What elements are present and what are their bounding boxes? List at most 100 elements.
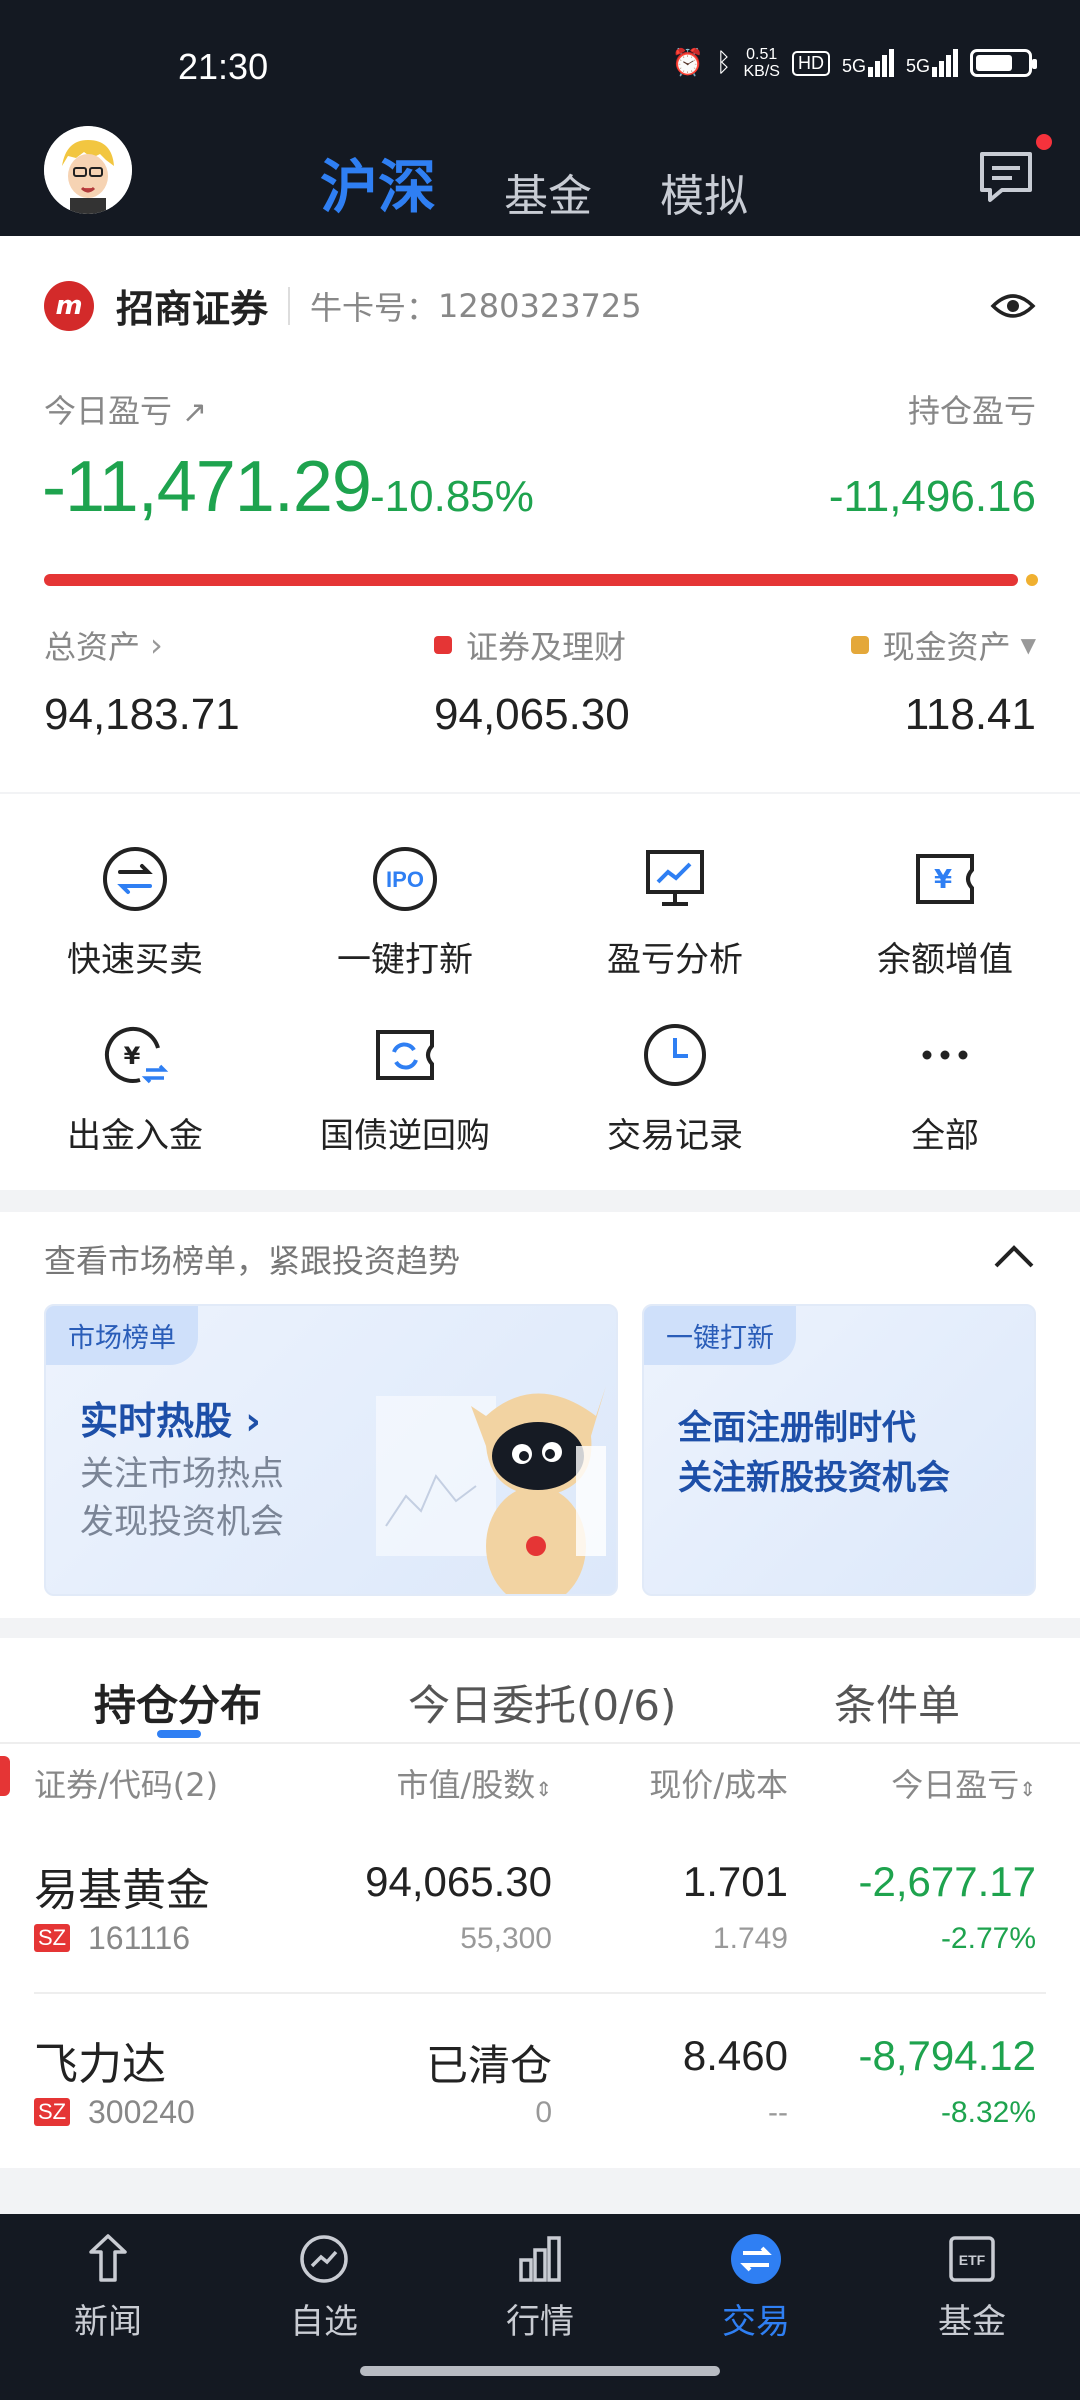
tab-simulate[interactable]: 模拟	[660, 160, 748, 224]
refresh-ticket-icon	[370, 1020, 440, 1090]
tab-orders[interactable]: 今日委托(0/6)	[408, 1672, 676, 1733]
nav-market-label: 行情	[506, 2302, 574, 2342]
clock-time: 21:30	[178, 46, 269, 87]
nav-news[interactable]: 新闻	[0, 2232, 216, 2343]
promo-line: 发现投资机会	[80, 1502, 284, 1542]
pl-analysis-button[interactable]: 盈亏分析	[540, 844, 810, 981]
svg-text:¥: ¥	[934, 865, 952, 895]
ipo-promo-card[interactable]: 一键打新 全面注册制时代 关注新股投资机会	[642, 1304, 1036, 1596]
col-pl-sort[interactable]: 今日盈亏⇕	[891, 1760, 1036, 1806]
col-name: 证券/代码(2)	[34, 1766, 219, 1804]
trade-records-label: 交易记录	[607, 1116, 743, 1156]
home-indicator[interactable]	[360, 2366, 720, 2376]
status-icons: ⏰ ᛒ 0.51 KB/S HD 5G 5G	[671, 46, 1037, 80]
quick-actions: 快速买卖 IPO 一键打新 盈亏分析 ¥ 余额增值 ¥ 出金入金 国债逆回购 交…	[0, 794, 1080, 1190]
stock-code: 300240	[88, 2094, 195, 2130]
nav-fund[interactable]: ETF 基金	[864, 2232, 1080, 2343]
today-pl-percent: -10.85%	[370, 472, 534, 521]
signal-label-2: 5G	[905, 56, 930, 76]
market-badge: SZ	[34, 1924, 71, 1952]
chevron-right-icon: ›	[150, 626, 163, 664]
top-header: 21:30 ⏰ ᛒ 0.51 KB/S HD 5G 5G 沪深 基金 模拟	[0, 0, 1080, 236]
securities-label: 证券及理财	[466, 628, 627, 666]
reverse-repo-label: 国债逆回购	[320, 1116, 490, 1156]
nav-watchlist-label: 自选	[290, 2302, 358, 2342]
table-row[interactable]: 易基黄金 SZ 161116 94,065.30 55,300 1.701 1.…	[0, 1834, 1080, 2008]
trade-records-button[interactable]: 交易记录	[540, 1020, 810, 1157]
current-price: 1.701	[682, 1858, 788, 1905]
all-actions-button[interactable]: 全部	[810, 1020, 1080, 1157]
holdings-section: 持仓分布 今日委托(0/6) 条件单 证券/代码(2) 市值/股数⇕ 现价/成本…	[0, 1638, 1080, 2168]
net-speed-unit: KB/S	[743, 63, 780, 80]
col-value-sort[interactable]: 市值/股数⇕	[396, 1760, 552, 1806]
hd-icon: HD	[791, 50, 830, 76]
bluetooth-icon: ᛒ	[715, 48, 732, 78]
reverse-repo-button[interactable]: 国债逆回购	[270, 1020, 540, 1157]
cost-price: 1.749	[712, 1922, 788, 1955]
tab-positions[interactable]: 持仓分布	[94, 1672, 262, 1733]
alarm-icon: ⏰	[671, 48, 704, 78]
nav-watchlist[interactable]: 自选	[216, 2232, 432, 2343]
tab-hushen[interactable]: 沪深	[320, 140, 436, 224]
mascot-illustration	[376, 1386, 606, 1594]
today-pl-percent: -8.32%	[940, 2096, 1036, 2129]
net-speed-value: 0.51	[746, 46, 778, 63]
all-actions-label: 全部	[911, 1116, 979, 1156]
message-icon[interactable]	[976, 146, 1036, 206]
etf-icon: ETF	[945, 2232, 999, 2286]
divider	[0, 1742, 1080, 1744]
ipo-icon: IPO	[370, 844, 440, 914]
promo-line: 关注新股投资机会	[678, 1458, 950, 1498]
deposit-withdraw-label: 出金入金	[67, 1116, 203, 1156]
today-pl-label[interactable]: 今日盈亏 ↗	[44, 386, 207, 432]
signal-icon: 5G	[842, 49, 894, 77]
deposit-withdraw-button[interactable]: ¥ 出金入金	[0, 1020, 270, 1157]
col-value-label: 市值/股数	[396, 1766, 536, 1804]
avatar[interactable]	[44, 126, 132, 214]
quick-trade-button[interactable]: 快速买卖	[0, 844, 270, 981]
broker-row[interactable]: m 招商证券 牛卡号： 1280323725	[44, 278, 642, 333]
notification-dot	[1036, 134, 1052, 150]
swap-icon	[100, 844, 170, 914]
ipo-button[interactable]: IPO 一键打新	[270, 844, 540, 981]
balance-grow-button[interactable]: ¥ 余额增值	[810, 844, 1080, 981]
tab-fund[interactable]: 基金	[504, 160, 592, 224]
nav-market[interactable]: 行情	[432, 2232, 648, 2343]
clock-icon	[640, 1020, 710, 1090]
market-badge: SZ	[34, 2098, 71, 2126]
sort-icon: ⇕	[535, 1777, 552, 1801]
stock-name: 易基黄金	[34, 1865, 210, 1916]
nav-trade[interactable]: 交易	[648, 2232, 864, 2343]
total-assets[interactable]: 总资产 › 94,183.71	[44, 622, 240, 740]
today-pl: -2,677.17	[858, 1858, 1036, 1905]
promo-line: 关注市场热点	[80, 1454, 284, 1494]
active-tab-indicator	[157, 1730, 201, 1738]
market-promo-section: 查看市场榜单，紧跟投资趋势 市场榜单 实时热股 › 关注市场热点 发现投资机会 …	[0, 1212, 1080, 1618]
cost-price: --	[768, 2096, 788, 2129]
cash-legend-icon	[850, 636, 869, 654]
cash-assets[interactable]: 现金资产 ▼ 118.41	[850, 622, 1036, 740]
nav-fund-label: 基金	[938, 2302, 1006, 2342]
market-value: 已清仓	[425, 2042, 552, 2089]
section-marker	[0, 1756, 10, 1796]
shares: 55,300	[460, 1922, 552, 1955]
promo-line: 全面注册制时代	[678, 1408, 916, 1448]
share-icon[interactable]: ↗	[182, 395, 207, 430]
tab-conditional-orders[interactable]: 条件单	[834, 1672, 960, 1733]
today-pl-label-text: 今日盈亏	[44, 392, 173, 430]
col-price: 现价/成本	[649, 1766, 788, 1804]
nav-trade-label: 交易	[722, 2302, 790, 2342]
current-price: 8.460	[682, 2032, 788, 2079]
cash-ratio-dot	[1026, 574, 1038, 586]
hot-stocks-title-text: 实时热股	[80, 1399, 233, 1443]
svg-text:ETF: ETF	[959, 2252, 986, 2268]
today-pl-value: -11,471.29	[42, 447, 372, 527]
hot-stocks-card[interactable]: 市场榜单 实时热股 › 关注市场热点 发现投资机会	[44, 1304, 618, 1596]
asset-ratio-bar	[44, 574, 1018, 586]
table-row[interactable]: 飞力达 SZ 300240 已清仓 0 8.460 -- -8,794.12 -…	[0, 2008, 1080, 2182]
battery-icon	[970, 49, 1037, 77]
yuan-ticket-icon: ¥	[910, 844, 980, 914]
chevron-up-icon[interactable]	[992, 1242, 1036, 1272]
signal-label: 5G	[841, 56, 866, 76]
eye-icon[interactable]	[990, 286, 1036, 326]
